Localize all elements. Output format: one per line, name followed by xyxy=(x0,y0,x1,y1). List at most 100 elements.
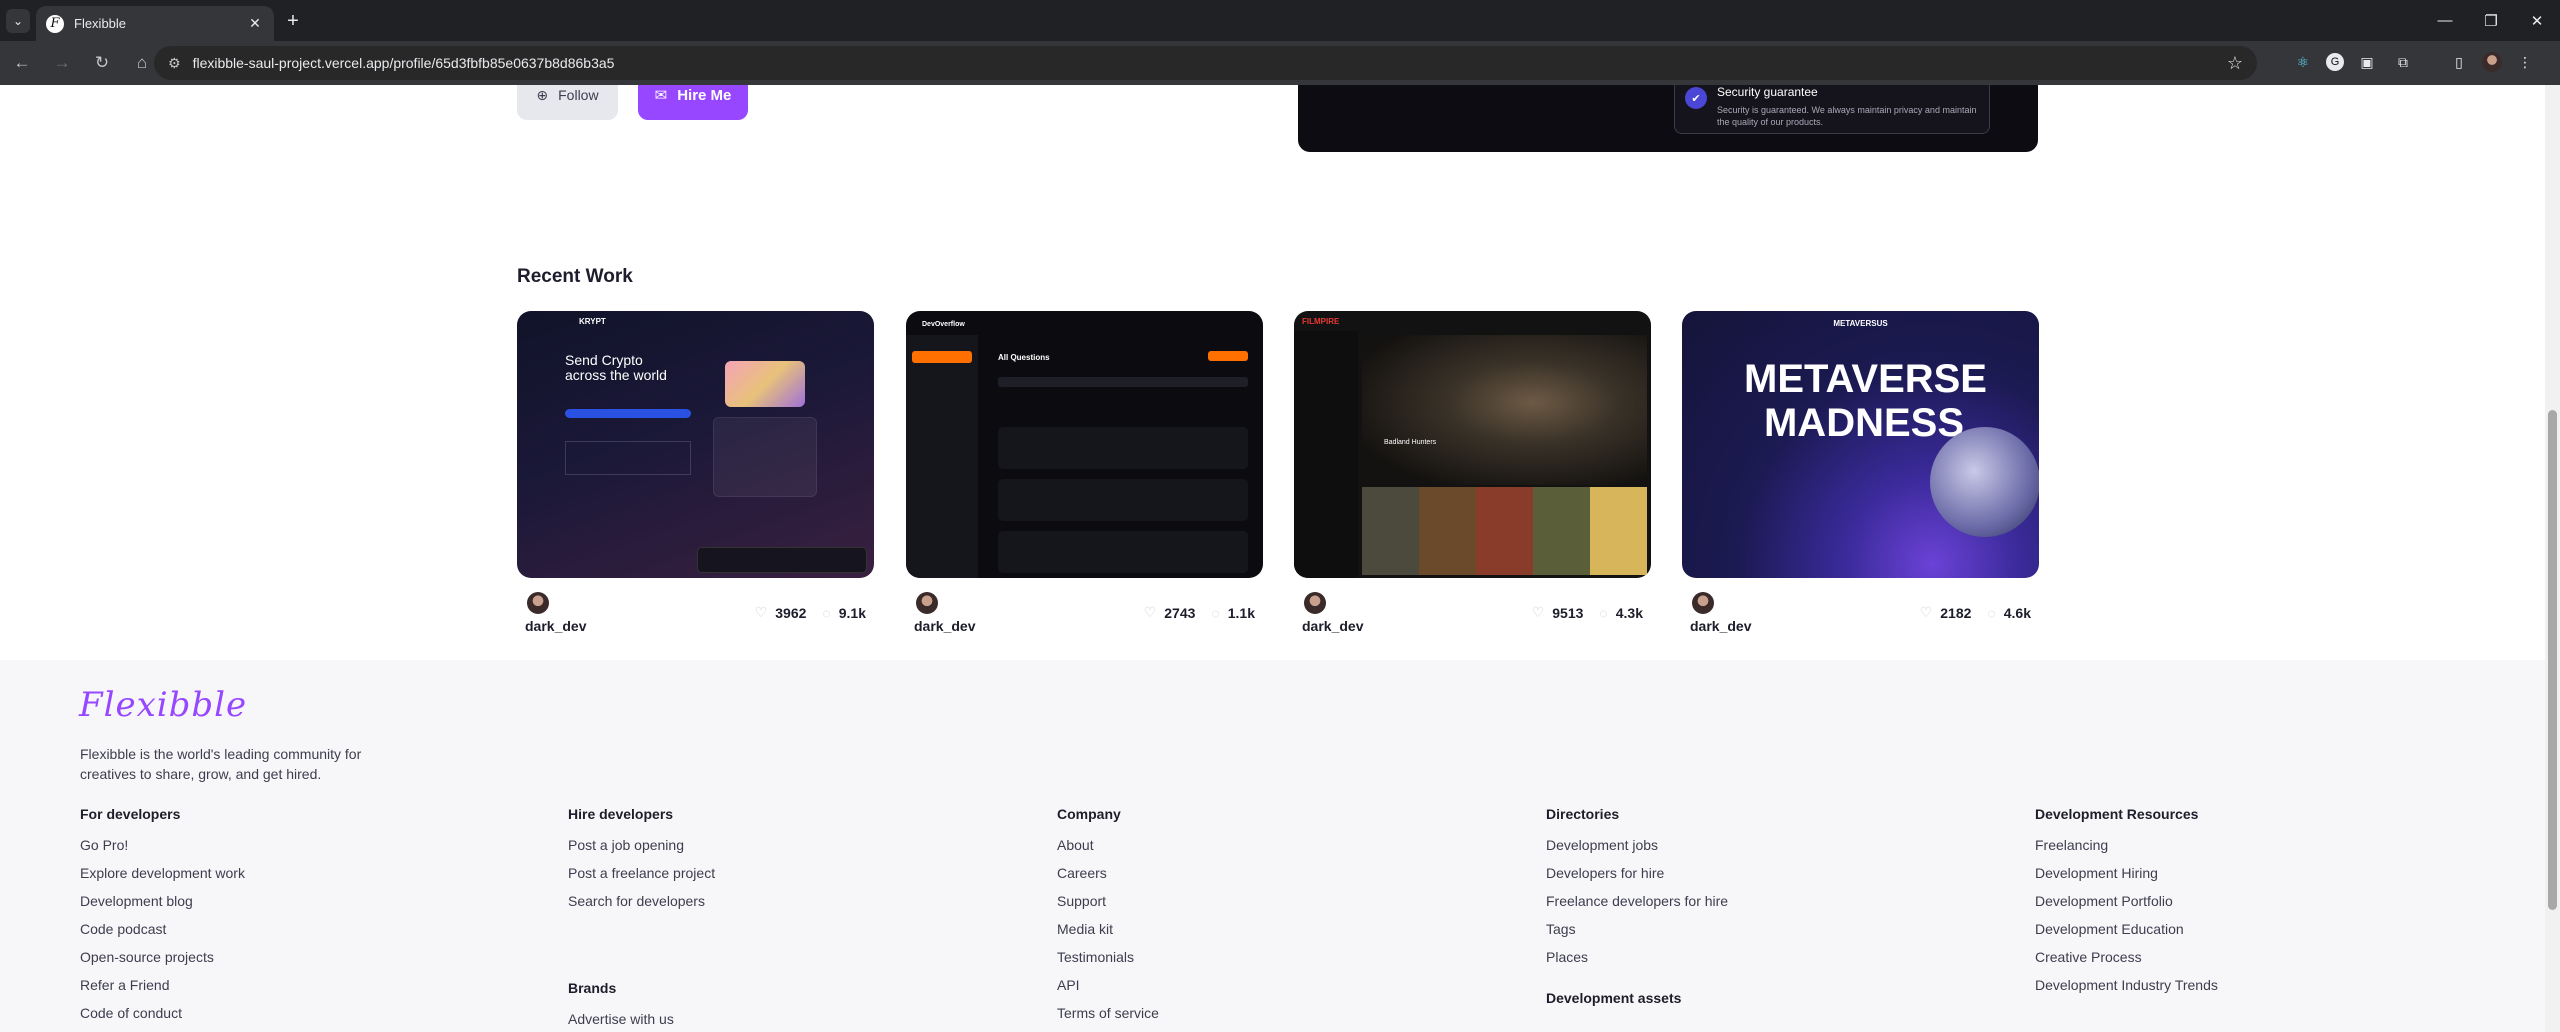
footer-link[interactable]: Development Industry Trends xyxy=(2035,978,2218,1008)
profile-cover-image: ✔ Security guarantee Security is guarant… xyxy=(1298,85,2038,152)
profile-avatar[interactable] xyxy=(2482,52,2502,72)
footer-link[interactable]: Places xyxy=(1546,950,1728,980)
question-card-1 xyxy=(998,427,1248,469)
footer-link[interactable]: Careers xyxy=(1057,866,1159,896)
footer-link[interactable]: Freelancing xyxy=(2035,838,2218,868)
author-name[interactable]: dark_dev xyxy=(1690,618,1751,634)
footer-link[interactable]: Refer a Friend xyxy=(80,978,245,1008)
project-card-devoverflow[interactable]: DevOverflow All Questions xyxy=(906,311,1263,578)
genre-sidebar xyxy=(1294,331,1358,578)
close-window-icon[interactable]: ✕ xyxy=(2514,0,2560,41)
browser-tab[interactable]: F Flexibble ✕ xyxy=(36,6,274,41)
new-tab-icon[interactable]: + xyxy=(280,8,306,34)
footer-link[interactable]: Creative Process xyxy=(2035,950,2218,980)
footer-link[interactable]: Explore development work xyxy=(80,866,245,896)
minimize-icon[interactable]: — xyxy=(2422,0,2468,41)
featured-movie-backdrop xyxy=(1362,335,1647,485)
address-bar[interactable]: ⚙ flexibble-saul-project.vercel.app/prof… xyxy=(154,46,2257,80)
footer-link[interactable]: Development Education xyxy=(2035,922,2218,952)
react-devtools-icon[interactable]: ⚛ xyxy=(2290,49,2316,75)
tab-close-icon[interactable]: ✕ xyxy=(246,15,264,32)
footer-link[interactable]: About xyxy=(1057,838,1159,868)
project-stats: ♡ 2182 ◌ 4.6k xyxy=(1920,604,2031,621)
reload-icon[interactable]: ↻ xyxy=(84,45,120,81)
heart-icon[interactable]: ♡ xyxy=(1532,604,1545,621)
vertical-scrollbar[interactable] xyxy=(2545,85,2560,1032)
views-count: 1.1k xyxy=(1227,604,1255,621)
likes-count: 2182 xyxy=(1940,604,1972,621)
footer-column-company: Company About Careers Support Media kit … xyxy=(1057,806,1159,1032)
browser-tab-strip: ⌄ F Flexibble ✕ + — ❐ ✕ xyxy=(0,0,2560,41)
footer-link[interactable]: Development blog xyxy=(80,894,245,924)
heart-icon[interactable]: ♡ xyxy=(1920,604,1933,621)
url-text[interactable]: flexibble-saul-project.vercel.app/profil… xyxy=(193,55,2227,71)
footer-link[interactable]: Media kit xyxy=(1057,922,1159,952)
author-avatar[interactable] xyxy=(916,592,938,614)
author-avatar[interactable] xyxy=(527,592,549,614)
author-name[interactable]: dark_dev xyxy=(1302,618,1363,634)
project-card-krypt[interactable]: KRYPT Send Crypto across the world xyxy=(517,311,874,578)
footer-link[interactable]: Post a job opening xyxy=(568,838,715,868)
views-count: 9.1k xyxy=(838,604,866,621)
footer-link[interactable]: Support xyxy=(1057,894,1159,924)
tab-search-icon[interactable]: ⌄ xyxy=(6,9,30,33)
footer-link[interactable]: Developers for hire xyxy=(1546,866,1728,896)
footer-column-hire-developers: Hire developers Post a job opening Post … xyxy=(568,806,715,1032)
footer-link[interactable]: Advertise with us xyxy=(568,1012,715,1032)
site-info-icon[interactable]: ⚙ xyxy=(168,55,181,72)
footer-link[interactable]: Open-source projects xyxy=(80,950,245,980)
project-card-filmpire[interactable]: FILMPIRE Badland Hunters xyxy=(1294,311,1651,578)
security-guarantee-card: ✔ Security guarantee Security is guarant… xyxy=(1674,85,1990,134)
author-name[interactable]: dark_dev xyxy=(525,618,586,634)
hire-me-button[interactable]: ✉ Hire Me xyxy=(638,85,748,120)
eye-icon: ◌ xyxy=(1211,604,1220,621)
bookmark-star-icon[interactable]: ☆ xyxy=(2227,53,2243,74)
footer-link[interactable]: API xyxy=(1057,978,1159,1008)
project-meta-3: dark_dev ♡ 9513 ◌ 4.3k xyxy=(1294,592,1651,634)
heart-icon[interactable]: ♡ xyxy=(1144,604,1157,621)
footer-link[interactable]: Search for developers xyxy=(568,894,715,924)
window-controls: — ❐ ✕ xyxy=(2422,0,2560,41)
project-stats: ♡ 9513 ◌ 4.3k xyxy=(1532,604,1643,621)
footer-link[interactable]: Code of conduct xyxy=(80,1006,245,1032)
extensions-puzzle-icon[interactable]: ⧉ xyxy=(2390,49,2416,75)
footer-link[interactable]: Terms of service xyxy=(1057,1006,1159,1032)
footer-link[interactable]: Go Pro! xyxy=(80,838,245,868)
footer-link[interactable]: Development Hiring xyxy=(2035,866,2218,896)
author-avatar[interactable] xyxy=(1304,592,1326,614)
scrollbar-thumb[interactable] xyxy=(2548,410,2557,910)
likes-count: 9513 xyxy=(1552,604,1584,621)
footer-link[interactable]: Code podcast xyxy=(80,922,245,952)
footer-column-title: Development Resources xyxy=(2035,806,2199,822)
project-card-metaverse[interactable]: METAVERSUS METAVERSE MADNESS xyxy=(1682,311,2039,578)
follow-button[interactable]: ⊕ Follow xyxy=(517,85,618,120)
footer-link[interactable]: Freelance developers for hire xyxy=(1546,894,1728,924)
ask-question-button xyxy=(1208,351,1248,361)
footer-link[interactable]: Tags xyxy=(1546,922,1728,952)
footer-column-development-resources: Development Resources Freelancing Develo… xyxy=(2035,806,2218,1008)
footer-link[interactable]: Development Portfolio xyxy=(2035,894,2218,924)
footer-column-title: Hire developers xyxy=(568,806,674,822)
menu-icon[interactable]: ⋮ xyxy=(2512,49,2538,75)
question-card-3 xyxy=(998,531,1248,573)
project-meta-2: dark_dev ♡ 2743 ◌ 1.1k xyxy=(906,592,1263,634)
flexibble-logo[interactable]: Flexibble xyxy=(79,685,247,725)
restore-icon[interactable]: ❐ xyxy=(2468,0,2514,41)
hire-label: Hire Me xyxy=(677,86,732,104)
footer-link[interactable]: Post a freelance project xyxy=(568,866,715,896)
side-panel-icon[interactable]: ▯ xyxy=(2446,49,2472,75)
back-icon[interactable]: ← xyxy=(4,45,40,81)
extensions-area: ⚛ G ▣ ⧉ ▯ ⋮ xyxy=(2290,49,2538,75)
extension-icon[interactable]: ▣ xyxy=(2354,49,2380,75)
forward-icon[interactable]: → xyxy=(44,45,80,81)
footer-link[interactable]: Testimonials xyxy=(1057,950,1159,980)
heart-icon[interactable]: ♡ xyxy=(755,604,768,621)
author-name[interactable]: dark_dev xyxy=(914,618,975,634)
grammarly-icon[interactable]: G xyxy=(2326,53,2344,71)
devoverflow-logo: DevOverflow xyxy=(922,321,965,328)
footer-link[interactable]: Development jobs xyxy=(1546,838,1728,868)
plus-circle-icon: ⊕ xyxy=(536,86,549,103)
security-text: Security is guaranteed. We always mainta… xyxy=(1717,105,1977,127)
filmpire-logo: FILMPIRE xyxy=(1302,317,1340,326)
author-avatar[interactable] xyxy=(1692,592,1714,614)
